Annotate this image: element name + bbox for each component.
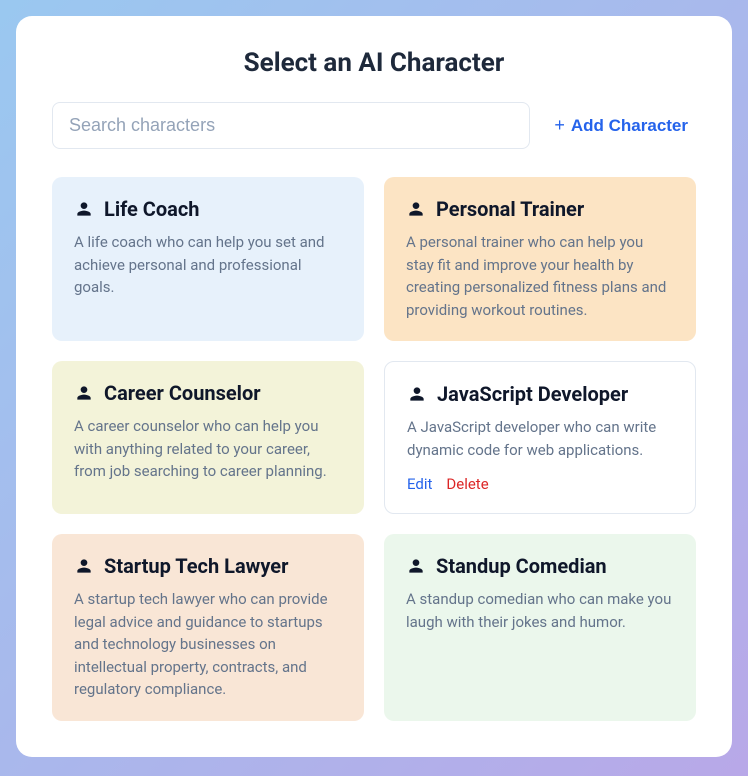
character-select-card: Select an AI Character + Add Character L… — [16, 16, 732, 757]
delete-button[interactable]: Delete — [446, 475, 488, 493]
character-tile[interactable]: Career Counselor A career counselor who c… — [52, 361, 364, 514]
tile-header: Startup Tech Lawyer — [74, 554, 342, 578]
add-character-button[interactable]: + Add Character — [546, 111, 696, 140]
person-icon — [407, 384, 427, 404]
character-tile[interactable]: Personal Trainer A personal trainer who c… — [384, 177, 696, 341]
person-icon — [406, 199, 426, 219]
character-description: A standup comedian who can make you laug… — [406, 588, 674, 633]
person-icon — [74, 199, 94, 219]
character-name: JavaScript Developer — [437, 382, 628, 406]
character-name: Personal Trainer — [436, 197, 584, 221]
edit-button[interactable]: Edit — [407, 475, 432, 493]
character-tile[interactable]: Standup Comedian A standup comedian who c… — [384, 534, 696, 721]
plus-icon: + — [554, 115, 565, 136]
tile-header: Standup Comedian — [406, 554, 674, 578]
character-name: Startup Tech Lawyer — [104, 554, 288, 578]
character-grid: Life Coach A life coach who can help you … — [52, 177, 696, 721]
add-button-label: Add Character — [571, 116, 688, 136]
character-tile[interactable]: Startup Tech Lawyer A startup tech lawyer… — [52, 534, 364, 721]
tile-header: Life Coach — [74, 197, 342, 221]
character-description: A JavaScript developer who can write dyn… — [407, 416, 673, 461]
toolbar: + Add Character — [52, 102, 696, 149]
character-name: Career Counselor — [104, 381, 261, 405]
character-description: A career counselor who can help you with… — [74, 415, 342, 483]
character-description: A life coach who can help you set and ac… — [74, 231, 342, 299]
tile-header: Career Counselor — [74, 381, 342, 405]
search-input[interactable] — [52, 102, 530, 149]
person-icon — [74, 556, 94, 576]
character-name: Life Coach — [104, 197, 200, 221]
character-description: A startup tech lawyer who can provide le… — [74, 588, 342, 701]
page-title: Select an AI Character — [52, 48, 696, 78]
person-icon — [406, 556, 426, 576]
person-icon — [74, 383, 94, 403]
tile-header: Personal Trainer — [406, 197, 674, 221]
character-description: A personal trainer who can help you stay… — [406, 231, 674, 321]
tile-actions: Edit Delete — [407, 475, 673, 493]
character-tile[interactable]: Life Coach A life coach who can help you … — [52, 177, 364, 341]
tile-header: JavaScript Developer — [407, 382, 673, 406]
character-name: Standup Comedian — [436, 554, 607, 578]
character-tile[interactable]: JavaScript Developer A JavaScript develop… — [384, 361, 696, 514]
